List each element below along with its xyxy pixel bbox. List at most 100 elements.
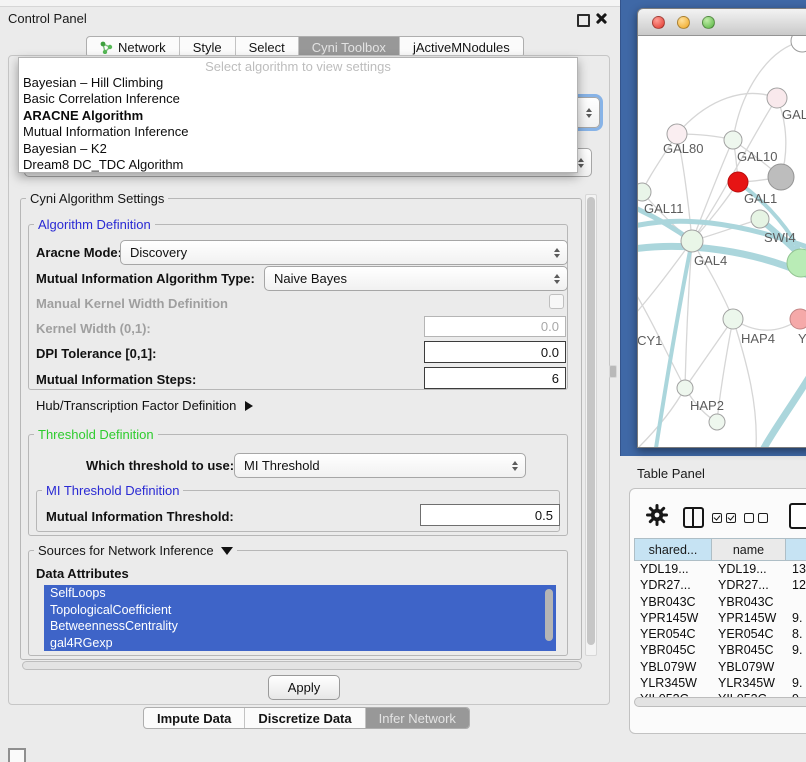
- algorithm-option[interactable]: Dream8 DC_TDC Algorithm: [19, 157, 577, 173]
- manual-kernel-checkbox[interactable]: [549, 294, 564, 309]
- node-label: GAL: [782, 107, 806, 122]
- network-node[interactable]: [787, 249, 806, 277]
- data-attribute-item[interactable]: TopologicalCoefficient: [44, 602, 556, 619]
- tab-cyni-toolbox[interactable]: Cyni Toolbox: [298, 37, 399, 57]
- manual-kernel-label: Manual Kernel Width Definition: [36, 296, 228, 311]
- which-threshold-combo[interactable]: MI Threshold: [234, 453, 526, 478]
- tab-jactivemnodules[interactable]: jActiveMNodules: [399, 37, 523, 57]
- network-node-gal10[interactable]: [724, 131, 742, 149]
- network-node-y[interactable]: [790, 309, 806, 329]
- table-cell: YDL19...: [712, 561, 786, 577]
- table-cell: YBR045C: [634, 642, 712, 658]
- show-columns-button[interactable]: [683, 507, 704, 528]
- network-edge[interactable]: [677, 94, 777, 135]
- mi-steps-field[interactable]: 6: [424, 367, 566, 389]
- tab-infer-network-label: Infer Network: [379, 711, 456, 726]
- screen: Control Panel Network Style Select Cyni …: [0, 0, 806, 762]
- table-row[interactable]: YDR27...YDR27...12: [634, 577, 806, 593]
- which-threshold-value: MI Threshold: [244, 458, 525, 473]
- table-cell: YDR27...: [634, 577, 712, 593]
- settings-horizontal-scrollbar[interactable]: [22, 661, 582, 670]
- sources-legend-label: Sources for Network Inference: [38, 543, 214, 558]
- table-cell: YER054C: [712, 626, 786, 642]
- tab-style[interactable]: Style: [179, 37, 235, 57]
- network-edge-thick[interactable]: [764, 376, 806, 448]
- hub-definition-toggle[interactable]: Hub/Transcription Factor Definition: [36, 398, 253, 413]
- table-horizontal-scrollbar[interactable]: [634, 697, 806, 707]
- collapsed-widget[interactable]: [8, 748, 26, 762]
- split-divider-handle[interactable]: [610, 366, 616, 377]
- algorithm-option[interactable]: Bayesian – Hill Climbing: [19, 75, 577, 91]
- data-attribute-item[interactable]: SelfLoops: [44, 585, 556, 602]
- table-cell: YPR145W: [634, 610, 712, 626]
- network-node-gal11[interactable]: [638, 183, 651, 201]
- tab-impute-data-label: Impute Data: [157, 711, 231, 726]
- sources-legend[interactable]: Sources for Network Inference: [34, 543, 237, 558]
- algorithm-option[interactable]: ARACNE Algorithm: [19, 108, 577, 124]
- network-edge[interactable]: [685, 319, 733, 388]
- expanded-arrow-icon: [221, 547, 233, 555]
- network-node-gal4[interactable]: [681, 230, 703, 252]
- algorithm-option[interactable]: Bayesian – K2: [19, 141, 577, 157]
- table-row[interactable]: YBR043CYBR043C: [634, 594, 806, 610]
- network-node-hap4[interactable]: [723, 309, 743, 329]
- select-all-checkbox-icon[interactable]: [726, 513, 736, 523]
- aracne-mode-combo[interactable]: Discovery: [120, 240, 568, 265]
- column-header-name[interactable]: name: [712, 538, 786, 561]
- zoom-window-icon[interactable]: [702, 16, 715, 29]
- algorithm-option[interactable]: Mutual Information Inference: [19, 124, 577, 140]
- table-row[interactable]: YER054CYER054C8.: [634, 626, 806, 642]
- node-label: GCY1: [638, 333, 662, 348]
- tab-discretize-data[interactable]: Discretize Data: [244, 708, 364, 728]
- table-row[interactable]: YPR145WYPR145W9.: [634, 610, 806, 626]
- combo-stepper-icon: [586, 108, 592, 118]
- network-graph: GALGAL80GAL10GAL1GAL11SWI4GAL4GCY1HAP4YH…: [638, 36, 806, 448]
- deselect-all-checkbox-icon[interactable]: [758, 513, 768, 523]
- dpi-tolerance-field[interactable]: 0.0: [424, 341, 566, 363]
- apply-button[interactable]: Apply: [268, 675, 340, 700]
- deselect-all-checkbox-icon[interactable]: [744, 513, 754, 523]
- data-attribute-item[interactable]: gal4RGexp: [44, 635, 556, 652]
- table-settings-button[interactable]: [646, 504, 668, 531]
- combo-stepper-icon: [554, 248, 560, 258]
- mi-threshold-field[interactable]: 0.5: [420, 504, 560, 526]
- network-node-gal[interactable]: [767, 88, 787, 108]
- mi-steps-label: Mutual Information Steps:: [36, 372, 196, 387]
- network-node-swi4[interactable]: [751, 210, 769, 228]
- table-row[interactable]: YLR345WYLR345W9.: [634, 675, 806, 691]
- node-label: GAL10: [737, 149, 777, 164]
- table-cell: YLR345W: [712, 675, 786, 691]
- close-icon[interactable]: [595, 12, 608, 25]
- network-node[interactable]: [709, 414, 725, 430]
- list-scrollbar-thumb[interactable]: [545, 589, 553, 641]
- network-node[interactable]: [768, 164, 794, 190]
- minimize-window-icon[interactable]: [677, 16, 690, 29]
- algorithm-option[interactable]: Basic Correlation Inference: [19, 91, 577, 107]
- table-panel-title: Table Panel: [637, 466, 705, 481]
- table-row[interactable]: YBL079WYBL079W: [634, 659, 806, 675]
- network-node[interactable]: [791, 36, 806, 52]
- network-node-gal1[interactable]: [728, 172, 748, 192]
- close-window-icon[interactable]: [652, 16, 665, 29]
- settings-vscroll-thumb[interactable]: [587, 197, 595, 645]
- data-attribute-item[interactable]: BetweennessCentrality: [44, 618, 556, 635]
- settings-vertical-scrollbar[interactable]: [585, 194, 597, 656]
- tab-network[interactable]: Network: [87, 37, 179, 57]
- new-table-icon[interactable]: [789, 503, 806, 529]
- data-attributes-list[interactable]: SelfLoopsTopologicalCoefficientBetweenne…: [44, 585, 556, 651]
- table-row[interactable]: YDL19...YDL19...13: [634, 561, 806, 577]
- network-window[interactable]: GALGAL80GAL10GAL1GAL11SWI4GAL4GCY1HAP4YH…: [637, 8, 806, 448]
- column-header-shared[interactable]: shared...: [634, 538, 712, 561]
- mi-type-combo[interactable]: Naive Bayes: [264, 266, 568, 291]
- network-canvas[interactable]: GALGAL80GAL10GAL1GAL11SWI4GAL4GCY1HAP4YH…: [638, 36, 806, 448]
- tab-impute-data[interactable]: Impute Data: [144, 708, 244, 728]
- network-edge[interactable]: [733, 41, 802, 140]
- tab-infer-network[interactable]: Infer Network: [365, 708, 469, 728]
- network-window-titlebar[interactable]: [638, 9, 806, 36]
- table-row[interactable]: YBR045CYBR045C9.: [634, 642, 806, 658]
- float-panel-icon[interactable]: [577, 14, 590, 27]
- tab-select[interactable]: Select: [235, 37, 298, 57]
- network-node-hap2[interactable]: [677, 380, 693, 396]
- select-all-checkbox-icon[interactable]: [712, 513, 722, 523]
- column-header-third[interactable]: A: [786, 538, 806, 561]
